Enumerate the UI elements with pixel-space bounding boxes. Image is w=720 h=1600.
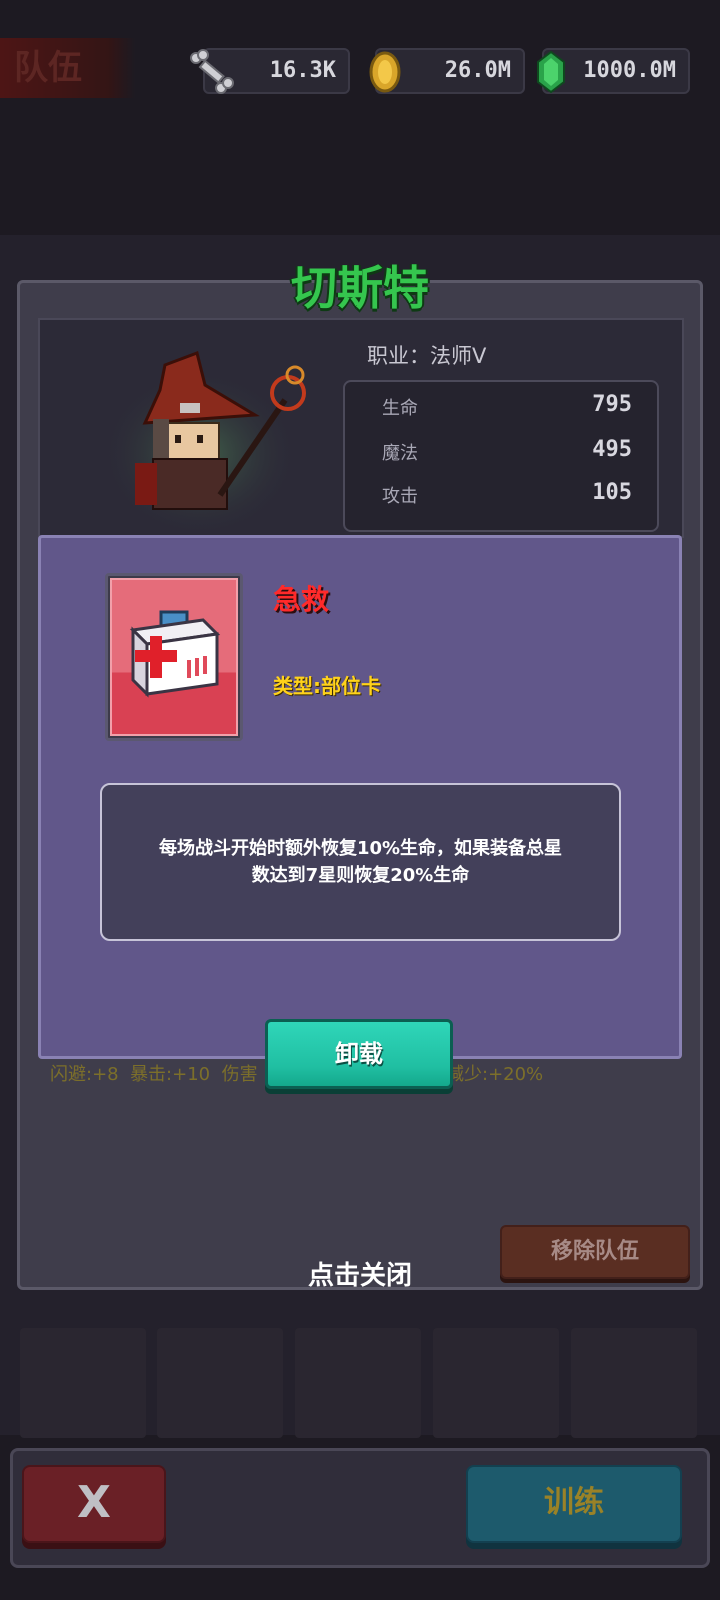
roster-slot[interactable] — [157, 1328, 283, 1438]
team-tab[interactable]: 队伍 — [0, 38, 135, 98]
bone-icon — [190, 49, 234, 94]
roster-slot[interactable] — [20, 1328, 146, 1438]
bonus-dodge: 闪避:+8 — [50, 1064, 119, 1085]
roster-slot[interactable] — [571, 1328, 697, 1438]
stat-mp-value: 495 — [592, 437, 632, 462]
character-name: 切斯特 — [291, 261, 429, 315]
unequip-button[interactable]: 卸载 — [265, 1019, 453, 1089]
bonus-reduction: 减少:+20% — [446, 1064, 544, 1085]
stat-atk-label: 攻击 — [382, 486, 418, 507]
stat-hp-label: 生命 — [382, 398, 418, 419]
skill-description: 每场战斗开始时额外恢复10%生命，如果装备总星 数达到7星则恢复20%生命 — [159, 835, 562, 889]
gold-coin-icon — [369, 51, 401, 93]
class-label: 职业：法师Ⅴ — [367, 344, 487, 368]
train-button[interactable]: 训练 — [466, 1465, 682, 1543]
skill-description-line1: 每场战斗开始时额外恢复10%生命，如果装备总星 — [158, 838, 563, 859]
skill-description-line2: 数达到7星则恢复20%生命 — [251, 865, 470, 886]
stat-mp-label: 魔法 — [382, 443, 418, 464]
skill-type: 类型:部位卡 — [273, 674, 381, 698]
bonus-stats: 闪避:+8 暴击:+10 伤害 — [50, 1060, 258, 1086]
skill-description-box: 每场战斗开始时额外恢复10%生命，如果装备总星 数达到7星则恢复20%生命 — [100, 783, 621, 941]
gem-count: 1000.0M — [583, 58, 676, 83]
green-gem-icon — [537, 50, 565, 94]
stat-hp-value: 795 — [592, 392, 632, 417]
wizard-portrait-icon — [105, 351, 306, 530]
roster-slot[interactable] — [295, 1328, 421, 1438]
bone-count: 16.3K — [269, 58, 336, 83]
close-button[interactable]: X — [22, 1465, 166, 1543]
first-aid-kit-icon — [129, 610, 221, 698]
skill-name: 急救 — [273, 583, 330, 616]
gold-count: 26.0M — [444, 58, 511, 83]
bonus-crit: 暴击:+10 — [130, 1064, 211, 1085]
stat-atk-value: 105 — [592, 480, 632, 505]
tap-to-close-hint[interactable]: 点击关闭 — [0, 1255, 720, 1292]
bonus-damage: 伤害 — [221, 1064, 258, 1085]
roster-slot[interactable] — [433, 1328, 559, 1438]
